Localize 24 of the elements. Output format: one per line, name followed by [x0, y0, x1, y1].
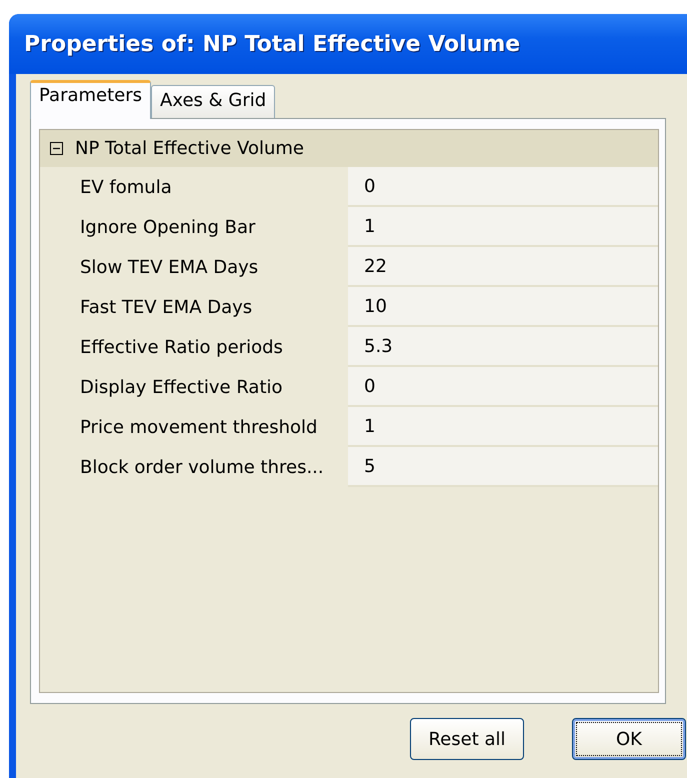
category-label: NP Total Effective Volume [75, 138, 304, 159]
property-name: Ignore Opening Bar [79, 216, 256, 240]
property-name: Display Effective Ratio [79, 376, 284, 400]
property-value[interactable]: 0 [348, 167, 658, 207]
property-value[interactable]: 10 [348, 287, 658, 327]
property-name: Fast TEV EMA Days [79, 296, 254, 320]
reset-button[interactable]: Reset all [410, 718, 524, 760]
property-name: Price movement threshold [79, 416, 318, 440]
property-name: EV fomula [79, 176, 173, 200]
category-row[interactable]: NP Total Effective Volume [40, 130, 658, 167]
collapse-icon[interactable] [50, 142, 63, 155]
window-title: Properties of: NP Total Effective Volume [9, 14, 687, 74]
property-value[interactable]: 5 [348, 447, 658, 487]
ok-button[interactable]: OK [572, 718, 686, 760]
property-name: Block order volume thres... [79, 456, 325, 480]
property-value[interactable]: 1 [348, 407, 658, 447]
property-name: Slow TEV EMA Days [79, 256, 260, 280]
property-value[interactable]: 5.3 [348, 327, 658, 367]
property-value[interactable]: 22 [348, 247, 658, 287]
tab[interactable]: Axes & Grid [151, 85, 276, 118]
tab[interactable]: Parameters [30, 80, 152, 119]
property-value[interactable]: 0 [348, 367, 658, 407]
property-name: Effective Ratio periods [79, 336, 284, 360]
property-value[interactable]: 1 [348, 207, 658, 247]
